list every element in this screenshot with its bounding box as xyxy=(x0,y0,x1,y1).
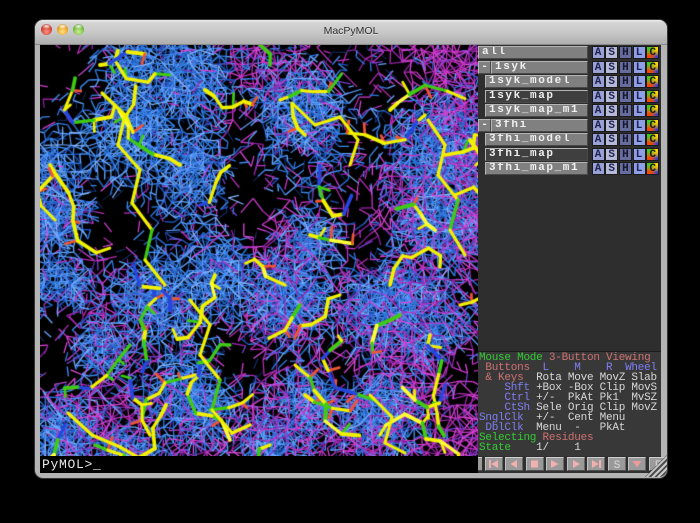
svg-text:S: S xyxy=(614,460,621,470)
